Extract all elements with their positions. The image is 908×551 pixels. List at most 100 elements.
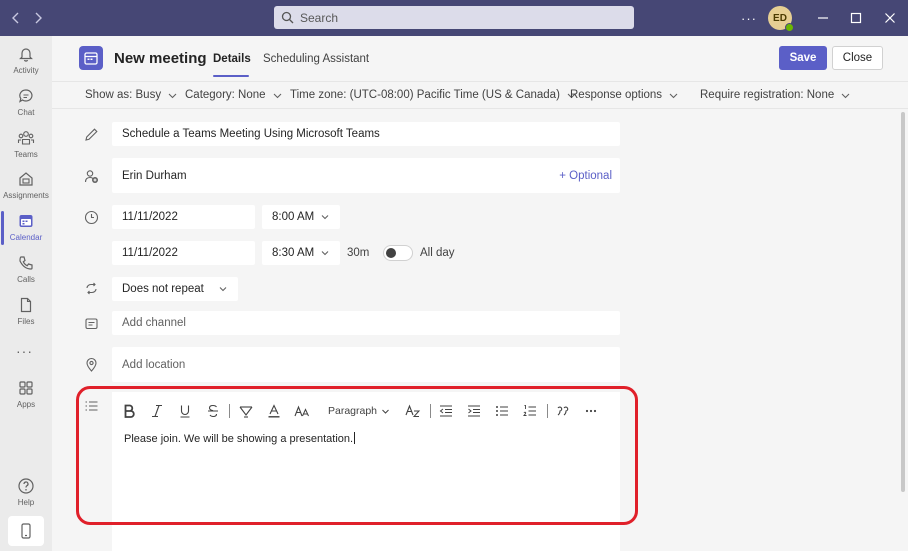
chevron-down-icon [320, 248, 330, 258]
close-button[interactable]: Close [832, 46, 883, 70]
decrease-indent-icon[interactable] [438, 402, 454, 420]
page-title: New meeting [114, 50, 207, 67]
minimize-icon[interactable] [814, 9, 832, 27]
scrollbar[interactable] [901, 112, 905, 492]
toggle-knob [386, 248, 396, 258]
forward-arrow-icon[interactable] [30, 10, 46, 26]
bold-button[interactable] [122, 402, 136, 420]
avatar-initials: ED [773, 12, 787, 24]
start-date-picker[interactable]: 11/11/2022 [112, 205, 255, 229]
rail-item-label: Apps [16, 400, 36, 409]
search-icon [281, 11, 294, 24]
meeting-title-input[interactable]: Schedule a Teams Meeting Using Microsoft… [112, 122, 620, 146]
repeat-icon [84, 281, 99, 296]
highlight-icon[interactable] [238, 402, 254, 420]
font-size-icon[interactable] [294, 402, 310, 420]
editor-body-text: Please join. We will be showing a presen… [124, 433, 354, 445]
channel-icon [84, 316, 99, 331]
rail-item-files[interactable]: Files [0, 293, 52, 333]
phone-icon [17, 254, 35, 272]
assignments-icon [17, 170, 35, 188]
rail-item-help[interactable]: Help [0, 474, 52, 514]
search-input[interactable]: Search [274, 6, 634, 29]
rail-item-activity[interactable]: Activity [0, 42, 52, 82]
duration-label: 30m [347, 247, 370, 259]
rail-item-label: Assignments [3, 191, 49, 200]
attendee-name: Erin Durham [122, 169, 187, 182]
pencil-icon [84, 127, 99, 142]
bulleted-list-icon[interactable] [494, 402, 510, 420]
active-tab-indicator [213, 75, 249, 77]
chevron-down-icon [668, 90, 679, 101]
close-window-icon[interactable] [881, 9, 899, 27]
font-color-icon[interactable] [266, 402, 282, 420]
response-options-dropdown[interactable]: Response options [570, 89, 679, 101]
rail-item-teams[interactable]: Teams [0, 126, 52, 166]
meeting-details-editor[interactable]: Paragraph Please join. We will be showin… [112, 392, 620, 551]
save-button[interactable]: Save [779, 46, 827, 70]
italic-button[interactable] [150, 402, 164, 420]
maximize-icon[interactable] [847, 9, 865, 27]
add-channel-input[interactable]: Add channel [112, 311, 620, 335]
quote-icon[interactable] [555, 402, 571, 420]
add-location-input[interactable]: Add location [112, 347, 620, 382]
rail-item-calls[interactable]: Calls [0, 251, 52, 291]
add-optional-link[interactable]: + Optional [559, 170, 612, 182]
rail-item-assignments[interactable]: Assignments [0, 167, 52, 207]
app-rail: Activity Chat Teams Assignments Calendar… [0, 36, 52, 551]
show-as-dropdown[interactable]: Show as: Busy [85, 89, 178, 101]
all-day-label: All day [420, 247, 455, 259]
start-time-dropdown[interactable]: 8:00 AM [262, 205, 340, 229]
rail-item-label: Files [17, 317, 35, 326]
show-as-label: Show as: Busy [85, 89, 162, 101]
help-icon [17, 477, 35, 495]
mobile-phone-icon [19, 523, 33, 539]
toolbar-divider [430, 404, 431, 418]
teams-icon [17, 129, 35, 147]
calendar-app-icon [79, 46, 103, 70]
start-time-value: 8:00 AM [272, 211, 315, 223]
paragraph-style-dropdown[interactable]: Paragraph [327, 402, 389, 420]
details-list-icon [84, 399, 99, 414]
time-zone-label: Time zone: (UTC-08:00) Pacific Time (US … [290, 89, 560, 101]
editor-body[interactable]: Please join. We will be showing a presen… [124, 432, 356, 445]
avatar[interactable]: ED [768, 6, 794, 32]
meeting-header: New meeting Details Scheduling Assistant… [52, 36, 908, 81]
end-date-picker[interactable]: 11/11/2022 [112, 241, 255, 265]
strikethrough-button[interactable] [206, 402, 220, 420]
presence-available-icon [785, 23, 794, 32]
registration-dropdown[interactable]: Require registration: None [700, 89, 851, 101]
end-time-dropdown[interactable]: 8:30 AM [262, 241, 340, 265]
more-options-icon[interactable]: ··· [740, 9, 758, 27]
tab-details[interactable]: Details [213, 53, 251, 65]
underline-button[interactable] [178, 402, 192, 420]
tab-scheduling-assistant[interactable]: Scheduling Assistant [263, 53, 369, 65]
rail-item-calendar[interactable]: Calendar [0, 209, 52, 249]
repeat-value: Does not repeat [122, 283, 204, 295]
meeting-options-bar: Show as: Busy Category: None Time zone: … [52, 81, 908, 109]
rail-item-label: Calendar [9, 233, 43, 242]
back-arrow-icon[interactable] [8, 10, 24, 26]
chevron-down-icon [167, 90, 178, 101]
category-label: Category: None [185, 89, 266, 101]
rail-item-label: Activity [13, 66, 39, 75]
file-icon [17, 296, 35, 314]
chat-icon [17, 87, 35, 105]
repeat-dropdown[interactable]: Does not repeat [112, 277, 238, 301]
chevron-down-icon [218, 284, 228, 294]
more-apps-icon[interactable]: ··· [16, 343, 36, 359]
rail-item-apps[interactable]: Apps [0, 376, 52, 416]
category-dropdown[interactable]: Category: None [185, 89, 283, 101]
location-pin-icon [84, 357, 99, 372]
rail-item-chat[interactable]: Chat [0, 84, 52, 124]
all-day-toggle[interactable] [383, 245, 413, 261]
mobile-device-button[interactable] [8, 516, 44, 546]
time-zone-dropdown[interactable]: Time zone: (UTC-08:00) Pacific Time (US … [290, 89, 577, 101]
attendees-input[interactable]: Erin Durham + Optional [112, 158, 620, 193]
paragraph-style-label: Paragraph [327, 405, 378, 417]
more-formatting-icon[interactable] [583, 402, 599, 420]
bell-icon [17, 45, 35, 63]
increase-indent-icon[interactable] [466, 402, 482, 420]
clear-formatting-icon[interactable] [404, 402, 422, 420]
numbered-list-icon[interactable] [522, 402, 538, 420]
